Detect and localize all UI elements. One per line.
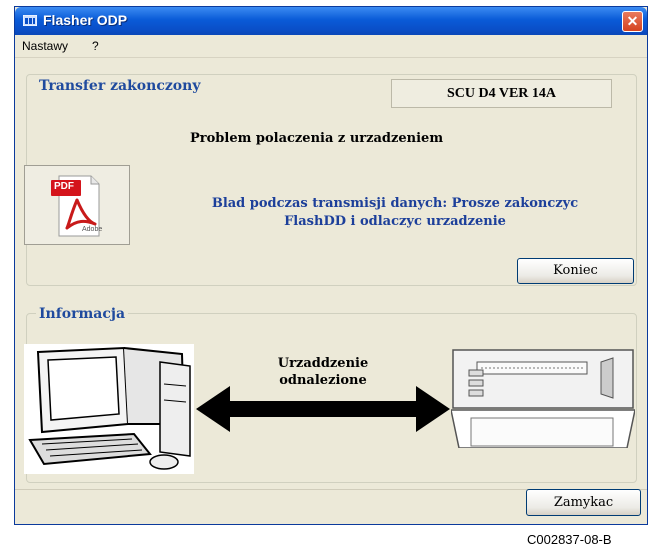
close-button[interactable]: ✕: [622, 11, 643, 32]
menu-help[interactable]: ?: [92, 39, 99, 53]
pdf-label: PDF: [54, 181, 74, 192]
menu-bar: Nastawy ?: [15, 35, 647, 58]
device-status-line1: Urzaddzenie: [277, 356, 369, 371]
error-message-line1: Blad podczas transmisji danych: Prosze z…: [211, 196, 579, 211]
device-status: Urzaddzenie odnalezione: [248, 355, 398, 389]
koniec-button[interactable]: Koniec: [517, 258, 634, 284]
error-title: Problem polaczenia z urzadzeniem: [190, 131, 444, 146]
version-text: SCU D4 VER 14A: [446, 86, 557, 101]
zamykac-button-label: Zamykac: [553, 495, 614, 510]
adobe-label: Adobe: [82, 226, 103, 233]
device-status-line2: odnalezione: [279, 373, 367, 388]
error-message-line2: FlashDD i odlaczyc urzadzenie: [284, 214, 506, 229]
transfer-group-legend: Transfer zakonczony: [36, 78, 204, 94]
version-field: SCU D4 VER 14A: [391, 79, 612, 108]
app-icon: [23, 15, 37, 26]
menu-nastawy[interactable]: Nastawy: [22, 39, 68, 53]
pdf-frame: PDF Adobe: [24, 165, 130, 245]
close-icon: ✕: [626, 13, 639, 29]
koniec-button-label: Koniec: [553, 263, 598, 278]
window-title: Flasher ODP: [43, 12, 128, 28]
zamykac-button[interactable]: Zamykac: [526, 489, 641, 516]
computer-icon: [24, 344, 194, 474]
pdf-icon: [51, 175, 100, 237]
figure-caption: C002837-08-B: [527, 532, 612, 547]
info-group-legend: Informacja: [36, 306, 129, 322]
connection-arrow-icon: [196, 386, 450, 432]
error-message: Blad podczas transmisji danych: Prosze z…: [160, 195, 630, 231]
title-bar[interactable]: Flasher ODP ✕: [15, 7, 647, 35]
boiler-device-icon: [451, 349, 635, 448]
